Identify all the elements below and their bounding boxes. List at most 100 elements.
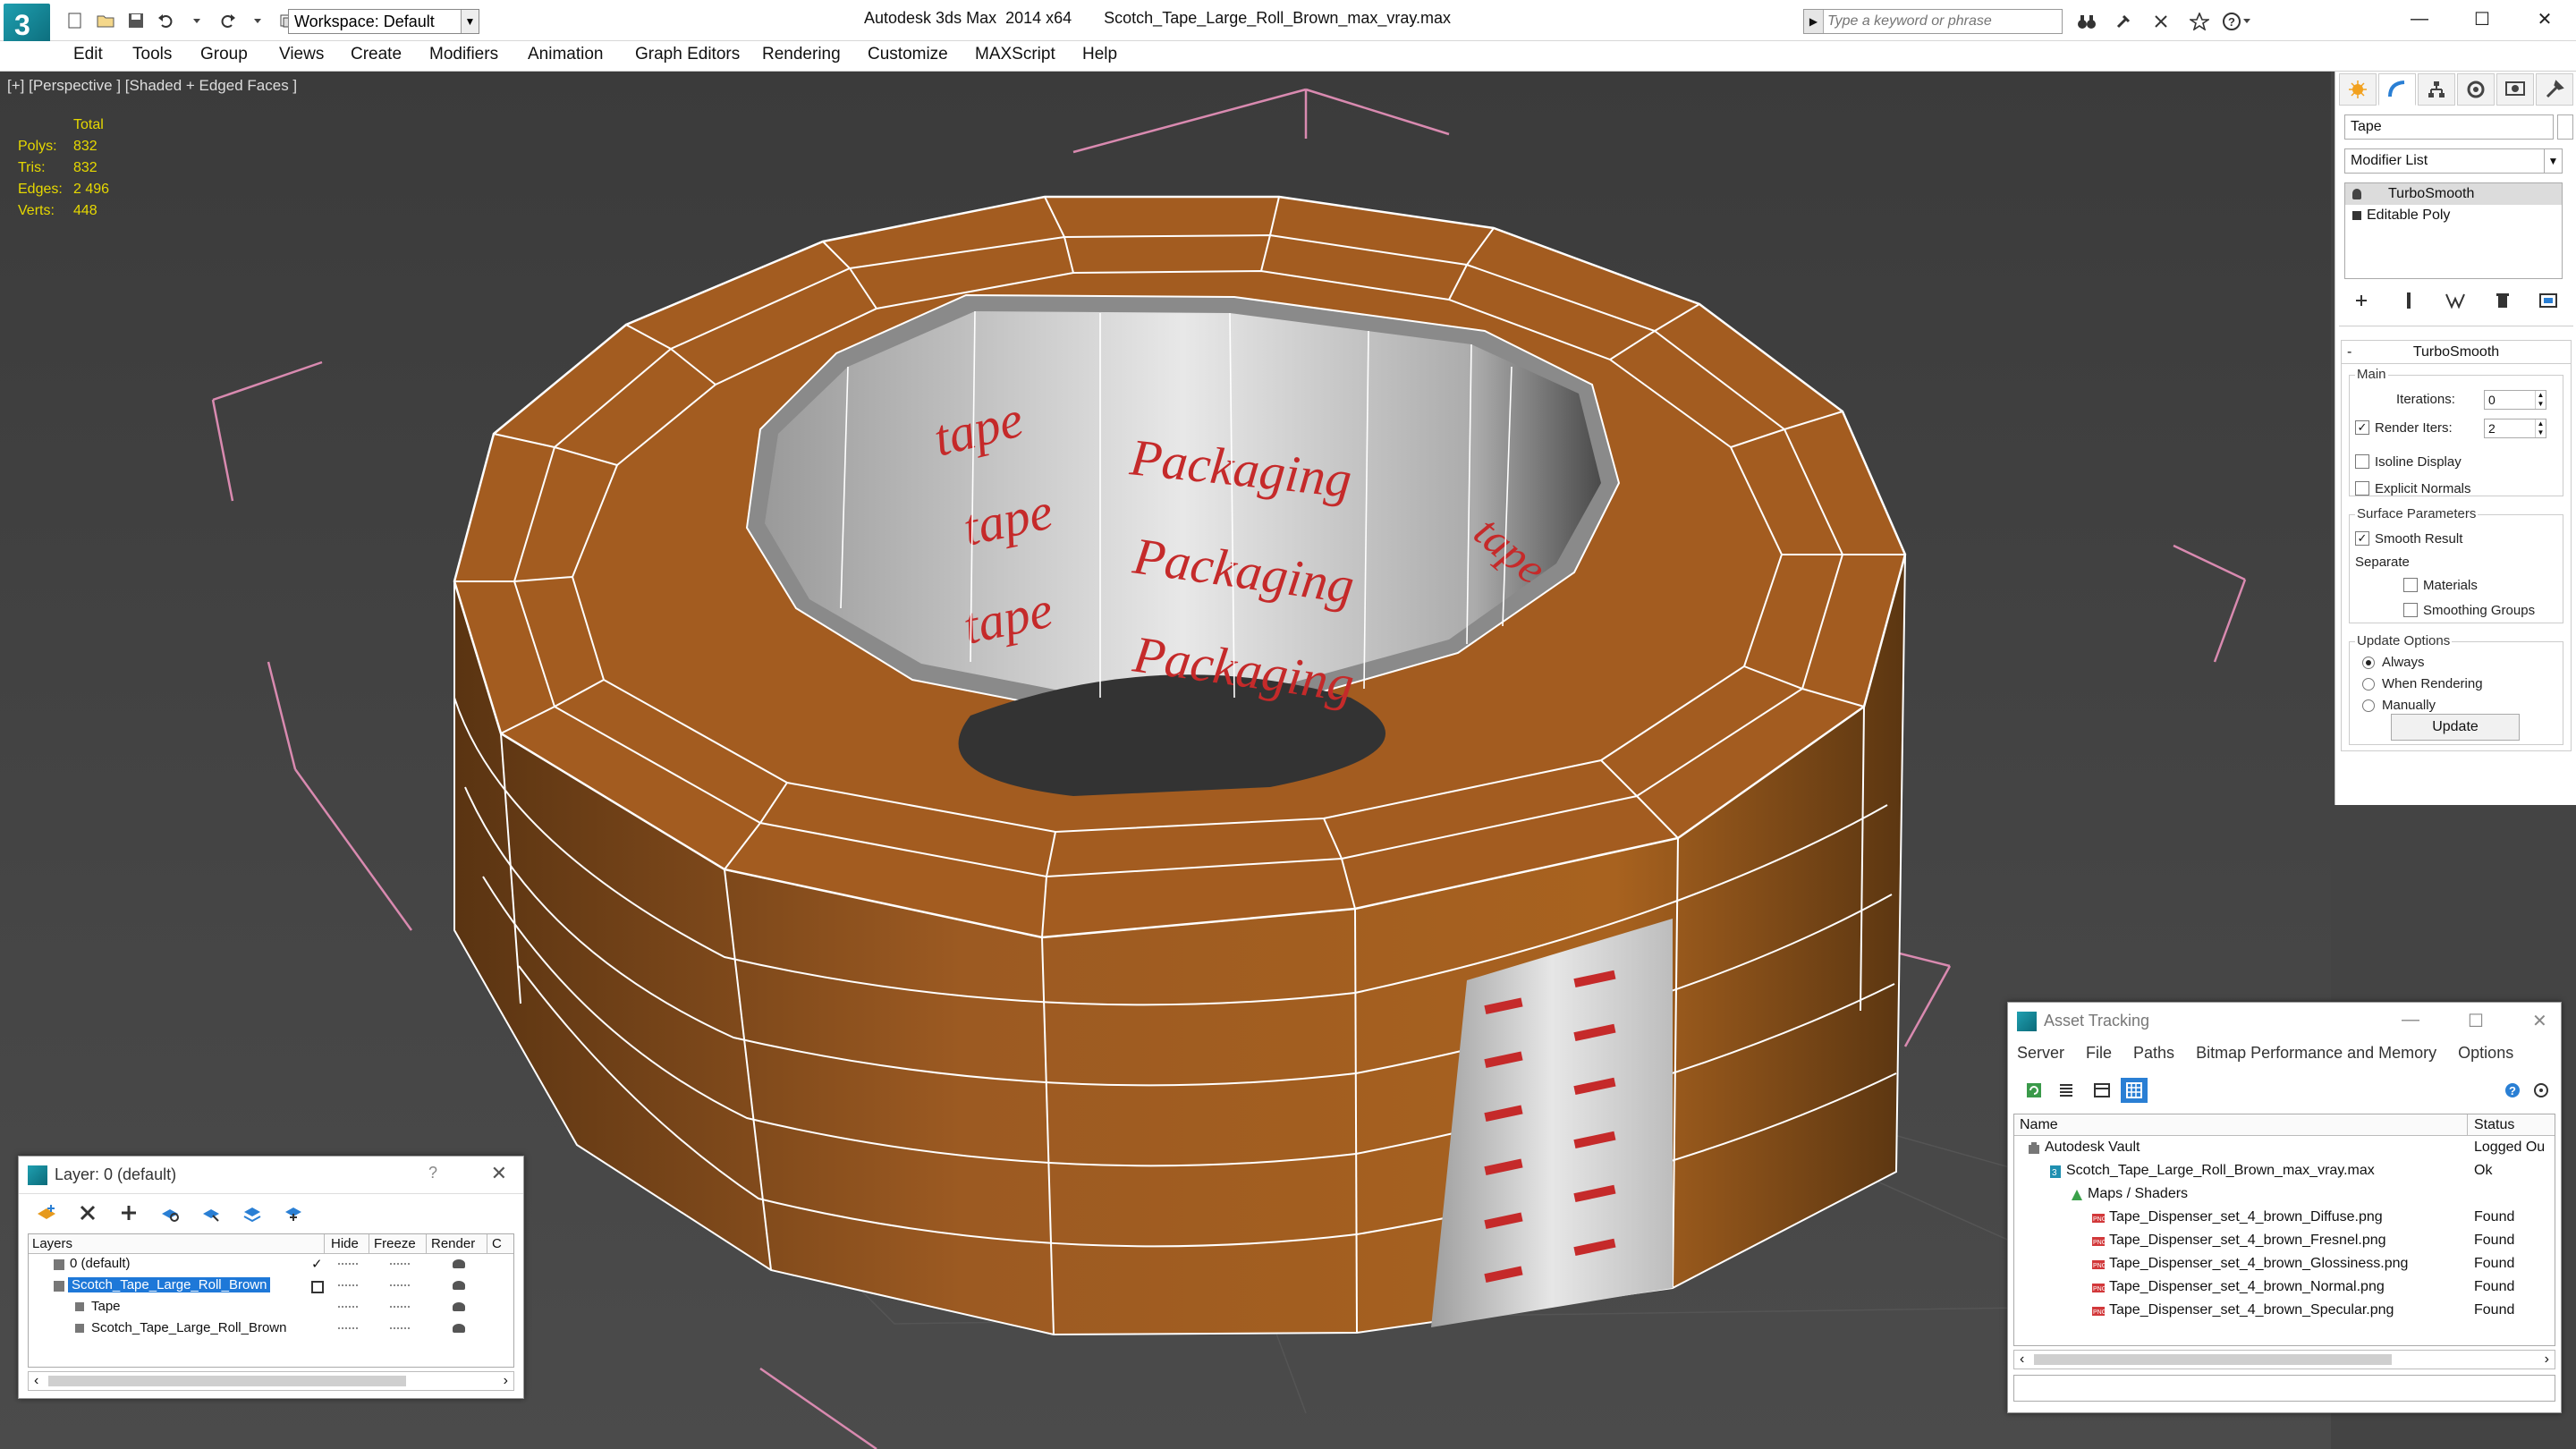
column-name[interactable]: Name <box>2020 1117 2058 1133</box>
asset-row[interactable]: PNG Tape_Dispenser_set_4_brown_Glossines… <box>2014 1252 2555 1275</box>
subscription-icon[interactable] <box>2109 9 2140 34</box>
table-view-icon[interactable] <box>2121 1078 2148 1103</box>
scroll-right-icon[interactable]: › <box>504 1372 508 1390</box>
checkmark-icon[interactable]: ✓ <box>311 1256 323 1272</box>
save-file-icon[interactable] <box>123 9 148 32</box>
asset-row[interactable]: PNG Tape_Dispenser_set_4_brown_Normal.pn… <box>2014 1275 2555 1299</box>
highlight-selected-icon[interactable] <box>196 1199 226 1226</box>
render-teapot-icon[interactable] <box>453 1259 465 1268</box>
create-tab-icon[interactable] <box>2339 73 2377 106</box>
layer-row[interactable]: Scotch_Tape_Large_Roll_Brown <box>29 1275 513 1297</box>
column-color[interactable]: C <box>492 1236 502 1251</box>
asset-row[interactable]: PNG Tape_Dispenser_set_4_brown_Fresnel.p… <box>2014 1229 2555 1252</box>
column-freeze[interactable]: Freeze <box>374 1236 416 1251</box>
maximize-icon[interactable]: ☐ <box>2468 1010 2484 1032</box>
column-render[interactable]: Render <box>431 1236 475 1251</box>
modify-tab-icon[interactable] <box>2378 73 2416 106</box>
spinner-arrows-icon[interactable]: ▲ ▼ <box>2535 419 2546 437</box>
hide-toggle-icon[interactable] <box>338 1327 358 1330</box>
object-color-swatch[interactable] <box>2557 114 2573 140</box>
scrollbar-thumb[interactable] <box>48 1376 406 1386</box>
hierarchy-tab-icon[interactable] <box>2418 73 2455 106</box>
minimize-icon[interactable]: — <box>2388 0 2451 38</box>
make-unique-icon[interactable] <box>2442 288 2469 313</box>
add-to-layer-icon[interactable] <box>114 1199 144 1226</box>
hide-unhide-all-icon[interactable] <box>237 1199 267 1226</box>
scrollbar-thumb[interactable] <box>2034 1354 2392 1365</box>
asset-row[interactable]: Autodesk Vault Logged Ou <box>2014 1136 2555 1159</box>
show-end-result-icon[interactable] <box>2395 288 2422 313</box>
freeze-toggle-icon[interactable] <box>390 1306 410 1309</box>
undo-icon[interactable] <box>154 9 179 32</box>
iterations-spinner[interactable]: 0 ▲ ▼ <box>2484 390 2546 410</box>
new-file-icon[interactable] <box>63 9 88 32</box>
menu-customize[interactable]: Customize <box>868 45 948 64</box>
materials-checkbox[interactable] <box>2403 578 2418 592</box>
utilities-tab-icon[interactable] <box>2536 73 2573 106</box>
redo-dropdown-icon[interactable] <box>245 9 270 32</box>
viewport-label[interactable]: [+] [Perspective ] [Shaded + Edged Faces… <box>7 77 297 95</box>
help-button[interactable]: ? <box>428 1164 437 1182</box>
menu-server[interactable]: Server <box>2017 1044 2064 1067</box>
stack-item-editable-poly[interactable]: Editable Poly <box>2345 205 2562 226</box>
spinner-arrows-icon[interactable]: ▲ ▼ <box>2535 391 2546 409</box>
column-status[interactable]: Status <box>2474 1117 2514 1133</box>
freeze-toggle-icon[interactable] <box>390 1284 410 1287</box>
configure-sets-icon[interactable] <box>2536 288 2563 313</box>
menu-paths[interactable]: Paths <box>2133 1044 2174 1067</box>
detail-view-icon[interactable] <box>2089 1078 2115 1103</box>
search-expand-icon[interactable]: ▶ <box>1804 10 1824 33</box>
column-hide[interactable]: Hide <box>331 1236 359 1251</box>
horizontal-scrollbar[interactable]: ‹ › <box>2013 1350 2555 1369</box>
update-button[interactable]: Update <box>2391 714 2520 741</box>
minimize-icon[interactable]: — <box>2402 1010 2419 1030</box>
explicit-normals-checkbox[interactable] <box>2355 481 2369 496</box>
lightbulb-icon[interactable] <box>2352 189 2361 199</box>
favorites-star-icon[interactable] <box>2184 9 2215 34</box>
hide-toggle-icon[interactable] <box>338 1263 358 1266</box>
layer-row[interactable]: 0 (default) ✓ <box>29 1254 513 1275</box>
undo-dropdown-icon[interactable] <box>184 9 209 32</box>
menu-maxscript[interactable]: MAXScript <box>975 45 1055 64</box>
render-iters-spinner[interactable]: 2 ▲ ▼ <box>2484 419 2546 438</box>
menu-create[interactable]: Create <box>351 45 402 64</box>
maximize-icon[interactable]: ☐ <box>2451 0 2513 38</box>
asset-window-titlebar[interactable]: Asset Tracking — ☐ ✕ <box>2008 1003 2561 1040</box>
scroll-right-icon[interactable]: › <box>2545 1351 2549 1368</box>
when-rendering-radio[interactable] <box>2362 678 2375 691</box>
search-input[interactable] <box>1827 12 2058 31</box>
menu-group[interactable]: Group <box>200 45 248 64</box>
layer-row[interactable]: Tape <box>29 1297 513 1318</box>
hide-toggle-icon[interactable] <box>338 1284 358 1287</box>
render-teapot-icon[interactable] <box>453 1324 465 1333</box>
menu-rendering[interactable]: Rendering <box>762 45 841 64</box>
close-icon[interactable]: ✕ <box>2513 0 2576 38</box>
expand-icon[interactable] <box>2352 211 2361 220</box>
redo-icon[interactable] <box>215 9 240 32</box>
refresh-icon[interactable] <box>2021 1078 2047 1103</box>
vault-settings-icon[interactable] <box>2529 1078 2555 1103</box>
scroll-left-icon[interactable]: ‹ <box>34 1372 38 1390</box>
binoculars-icon[interactable] <box>2072 9 2102 34</box>
freeze-toggle-icon[interactable] <box>390 1263 410 1266</box>
menu-options[interactable]: Options <box>2458 1044 2513 1067</box>
asset-row[interactable]: PNG Tape_Dispenser_set_4_brown_Specular.… <box>2014 1299 2555 1322</box>
column-layers[interactable]: Layers <box>32 1236 72 1251</box>
rollout-header[interactable]: - TurboSmooth <box>2342 341 2571 364</box>
stack-item-turbosmooth[interactable]: TurboSmooth <box>2345 183 2562 205</box>
motion-tab-icon[interactable] <box>2457 73 2495 106</box>
workspace-dropdown[interactable]: Workspace: Default ▼ <box>288 9 479 34</box>
menu-file[interactable]: File <box>2086 1044 2112 1067</box>
menu-views[interactable]: Views <box>279 45 324 64</box>
menu-bitmap-performance[interactable]: Bitmap Performance and Memory <box>2196 1044 2436 1067</box>
manually-radio[interactable] <box>2362 699 2375 712</box>
layer-row[interactable]: Scotch_Tape_Large_Roll_Brown <box>29 1318 513 1340</box>
isoline-display-checkbox[interactable] <box>2355 454 2369 469</box>
hide-toggle-icon[interactable] <box>338 1306 358 1309</box>
menu-tools[interactable]: Tools <box>132 45 172 64</box>
select-in-layer-icon[interactable] <box>155 1199 185 1226</box>
list-view-icon[interactable] <box>2053 1078 2080 1103</box>
scroll-left-icon[interactable]: ‹ <box>2020 1351 2024 1368</box>
communication-center-icon[interactable] <box>2147 9 2177 34</box>
close-icon[interactable]: ✕ <box>491 1162 507 1185</box>
